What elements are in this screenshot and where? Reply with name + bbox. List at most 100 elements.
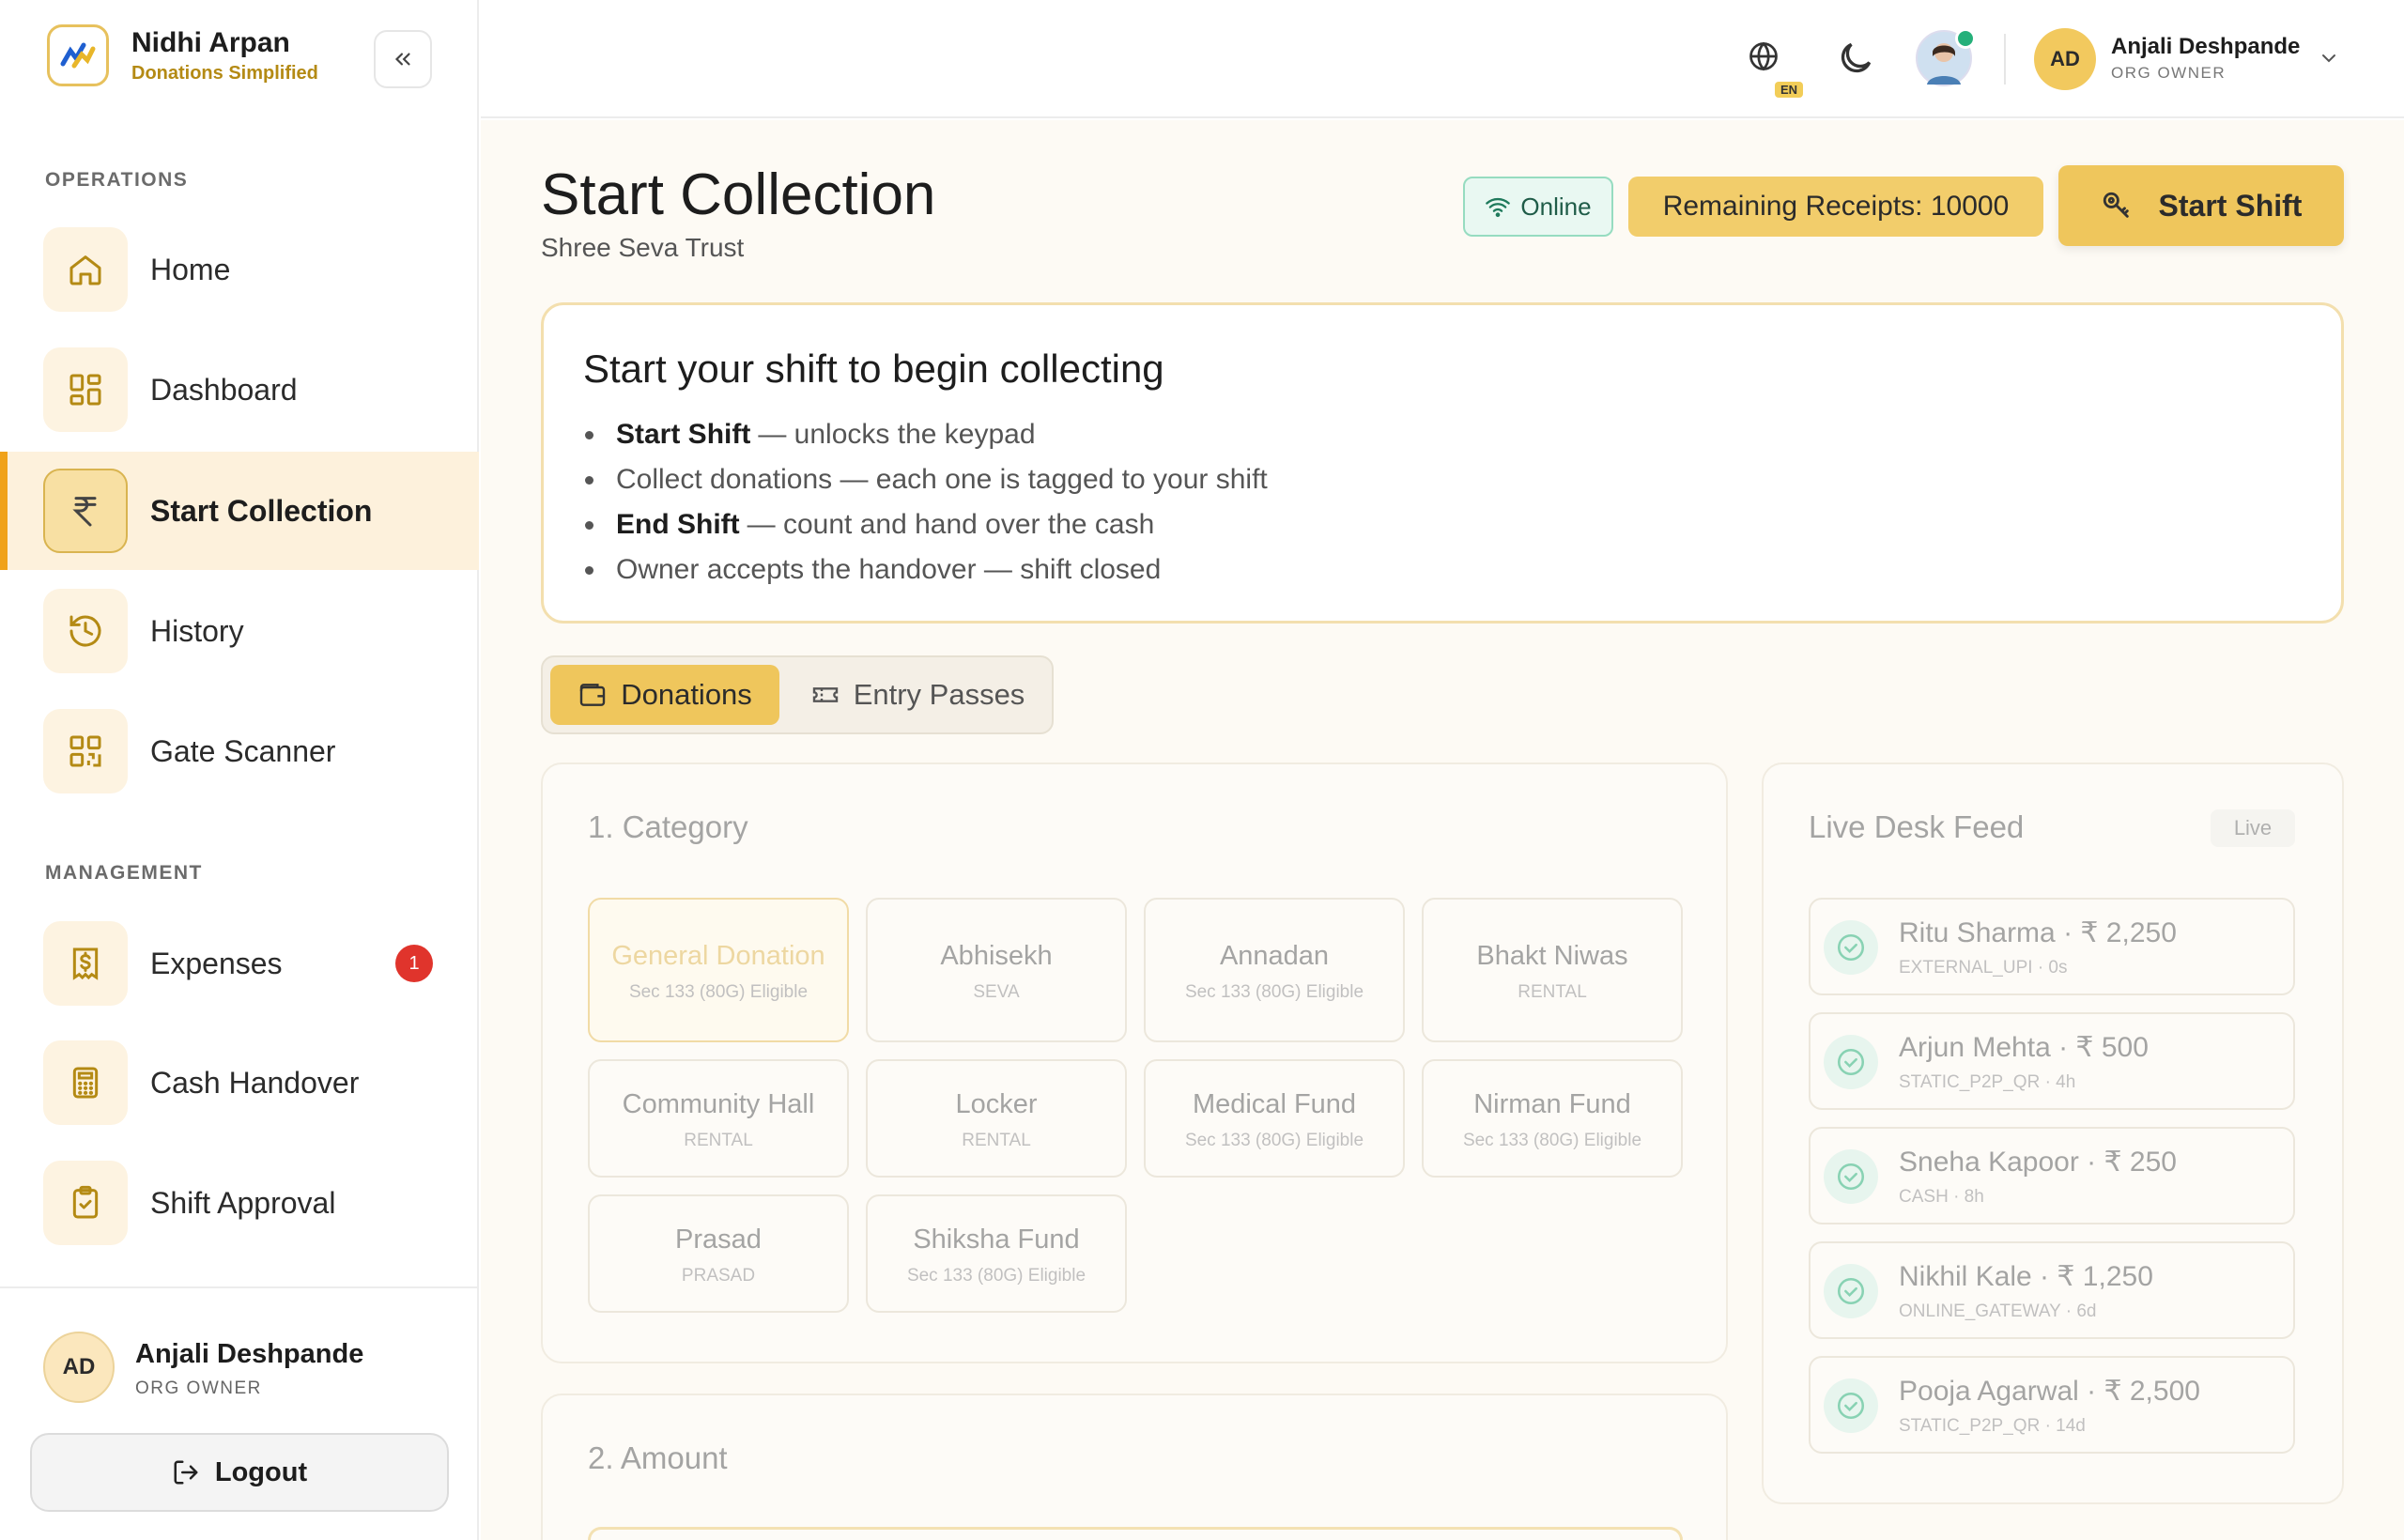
category-card[interactable]: Community Hall RENTAL xyxy=(588,1059,849,1178)
topbar: EN AD Anjali Deshpande ORG OWNER xyxy=(481,0,2404,118)
category-card[interactable]: Abhisekh SEVA xyxy=(866,898,1127,1042)
expense-icon xyxy=(43,921,128,1006)
feed-item-meta: CASH · 8h xyxy=(1899,1187,1984,1207)
list-item: End Shift — count and hand over the cash xyxy=(583,502,1268,547)
category-name: General Donation xyxy=(611,941,825,971)
category-card[interactable]: Annadan Sec 133 (80G) Eligible xyxy=(1144,898,1405,1042)
category-panel: 1. Category General Donation Sec 133 (80… xyxy=(541,762,1728,1363)
main-content: Start Collection Shree Seva Trust Online… xyxy=(481,120,2404,1540)
category-name: Annadan xyxy=(1219,941,1330,971)
category-card[interactable]: General Donation Sec 133 (80G) Eligible xyxy=(588,898,849,1042)
collapse-sidebar-button[interactable] xyxy=(374,30,432,88)
sidebar-item-cash-handover[interactable]: Cash Handover xyxy=(0,1024,479,1142)
category-name: Locker xyxy=(955,1089,1038,1119)
category-title: 1. Category xyxy=(588,809,748,844)
feed-item-meta: EXTERNAL_UPI · 0s xyxy=(1899,958,2068,978)
logout-label: Logout xyxy=(214,1456,308,1487)
category-card[interactable]: Prasad PRASAD xyxy=(588,1194,849,1313)
expenses-count-badge: 1 xyxy=(395,945,433,982)
online-status-pill: Online xyxy=(1463,177,1613,237)
category-name: Nirman Fund xyxy=(1473,1089,1631,1119)
live-feed-panel: Live Desk Feed Live Ritu Sharma · ₹ 2,25… xyxy=(1762,762,2344,1504)
feed-item[interactable]: Nikhil Kale · ₹ 1,250 ONLINE_GATEWAY · 6… xyxy=(1809,1241,2295,1339)
feed-item-title: Nikhil Kale · ₹ 1,250 xyxy=(1899,1261,2153,1292)
check-circle-icon xyxy=(1824,1035,1878,1089)
feed-item[interactable]: Pooja Agarwal · ₹ 2,500 STATIC_P2P_QR · … xyxy=(1809,1356,2295,1454)
logout-button[interactable]: Logout xyxy=(30,1433,449,1512)
chevron-down-icon xyxy=(2322,54,2335,63)
wallet-icon xyxy=(580,684,606,706)
amount-input-edge[interactable] xyxy=(588,1527,1683,1540)
page-title: Start Collection xyxy=(541,162,936,227)
language-tag: EN xyxy=(1775,82,1804,98)
brand[interactable]: Nidhi Arpan Donations Simplified xyxy=(47,24,318,86)
sidebar-item-label: Dashboard xyxy=(150,372,298,407)
sidebar-item-label: Shift Approval xyxy=(150,1185,336,1220)
avatar[interactable]: AD xyxy=(2034,28,2096,90)
live-badge: Live xyxy=(2211,809,2295,847)
sidebar-item-history[interactable]: History xyxy=(0,572,479,690)
sidebar-item-expenses[interactable]: Expenses 1 xyxy=(0,904,479,1023)
category-card[interactable]: Shiksha Fund Sec 133 (80G) Eligible xyxy=(866,1194,1127,1313)
operations-section-title: OPERATIONS xyxy=(45,169,189,191)
sidebar: Nidhi Arpan Donations Simplified OPERATI… xyxy=(0,0,479,1540)
category-card[interactable]: Nirman Fund Sec 133 (80G) Eligible xyxy=(1422,1059,1683,1178)
step-bold: End Shift xyxy=(616,509,740,540)
category-name: Prasad xyxy=(675,1224,762,1255)
qr-icon xyxy=(43,709,128,793)
sidebar-item-label: Cash Handover xyxy=(150,1065,360,1100)
tab-entry-passes[interactable]: Entry Passes xyxy=(791,665,1044,725)
feed-item[interactable]: Ritu Sharma · ₹ 2,250 EXTERNAL_UPI · 0s xyxy=(1809,898,2295,995)
chevrons-left-icon xyxy=(394,53,410,66)
sidebar-item-start-collection[interactable]: Start Collection xyxy=(0,452,479,570)
user-name: Anjali Deshpande xyxy=(135,1339,364,1369)
tab-donations[interactable]: Donations xyxy=(550,665,779,725)
wifi-icon xyxy=(1486,197,1511,218)
user-menu-chevron[interactable] xyxy=(2318,47,2340,74)
feed-item-title: Arjun Mehta · ₹ 500 xyxy=(1899,1032,2149,1063)
step-text: Owner accepts the handover — shift close… xyxy=(616,554,1162,585)
sidebar-item-gate-scanner[interactable]: Gate Scanner xyxy=(0,692,479,810)
category-sub: RENTAL xyxy=(684,1131,753,1150)
sidebar-item-dashboard[interactable]: Dashboard xyxy=(0,331,479,449)
category-name: Shiksha Fund xyxy=(913,1224,1080,1255)
step-text: Collect donations — each one is tagged t… xyxy=(616,464,1268,495)
category-sub: Sec 133 (80G) Eligible xyxy=(906,1266,1086,1286)
category-sub: SEVA xyxy=(973,982,1020,1002)
amount-panel: 2. Amount xyxy=(541,1394,1728,1540)
brand-name: Nidhi Arpan xyxy=(131,26,290,58)
check-circle-icon xyxy=(1824,1264,1878,1318)
sidebar-footer: AD Anjali Deshpande ORG OWNER Logout xyxy=(0,1286,479,1540)
topbar-divider xyxy=(2004,34,2006,85)
feed-title: Live Desk Feed xyxy=(1809,809,2025,844)
avatar[interactable]: AD xyxy=(43,1332,115,1403)
start-shift-label: Start Shift xyxy=(2158,188,2303,223)
step-text: — unlocks the keypad xyxy=(758,419,1036,450)
language-button[interactable] xyxy=(1747,39,1780,73)
feed-item-title: Pooja Agarwal · ₹ 2,500 xyxy=(1899,1376,2200,1407)
category-sub: RENTAL xyxy=(1518,982,1587,1002)
check-circle-icon xyxy=(1824,1378,1878,1433)
online-label: Online xyxy=(1520,192,1592,221)
moon-icon xyxy=(1841,42,1872,73)
category-name: Medical Fund xyxy=(1192,1089,1357,1119)
feed-item[interactable]: Sneha Kapoor · ₹ 250 CASH · 8h xyxy=(1809,1127,2295,1224)
sidebar-item-home[interactable]: Home xyxy=(0,210,479,329)
shift-steps-list: Start Shift — unlocks the keypad Collect … xyxy=(583,412,1268,593)
category-name: Community Hall xyxy=(622,1089,815,1119)
check-circle-icon xyxy=(1824,1149,1878,1204)
management-section-title: MANAGEMENT xyxy=(45,862,203,884)
category-card[interactable]: Locker RENTAL xyxy=(866,1059,1127,1178)
category-card[interactable]: Bhakt Niwas RENTAL xyxy=(1422,898,1683,1042)
user-name[interactable]: Anjali Deshpande xyxy=(2111,34,2300,60)
category-card[interactable]: Medical Fund Sec 133 (80G) Eligible xyxy=(1144,1059,1405,1178)
category-sub: Sec 133 (80G) Eligible xyxy=(1184,1131,1364,1150)
feed-item[interactable]: Arjun Mehta · ₹ 500 STATIC_P2P_QR · 4h xyxy=(1809,1012,2295,1110)
sidebar-item-label: History xyxy=(150,613,244,648)
sidebar-item-shift-approval[interactable]: Shift Approval xyxy=(0,1144,479,1262)
calculator-icon xyxy=(43,1040,128,1125)
start-shift-button[interactable]: Start Shift xyxy=(2058,165,2344,246)
theme-toggle-button[interactable] xyxy=(1835,38,1876,79)
brand-logo xyxy=(47,24,109,86)
remaining-value: 10000 xyxy=(1930,191,2010,222)
